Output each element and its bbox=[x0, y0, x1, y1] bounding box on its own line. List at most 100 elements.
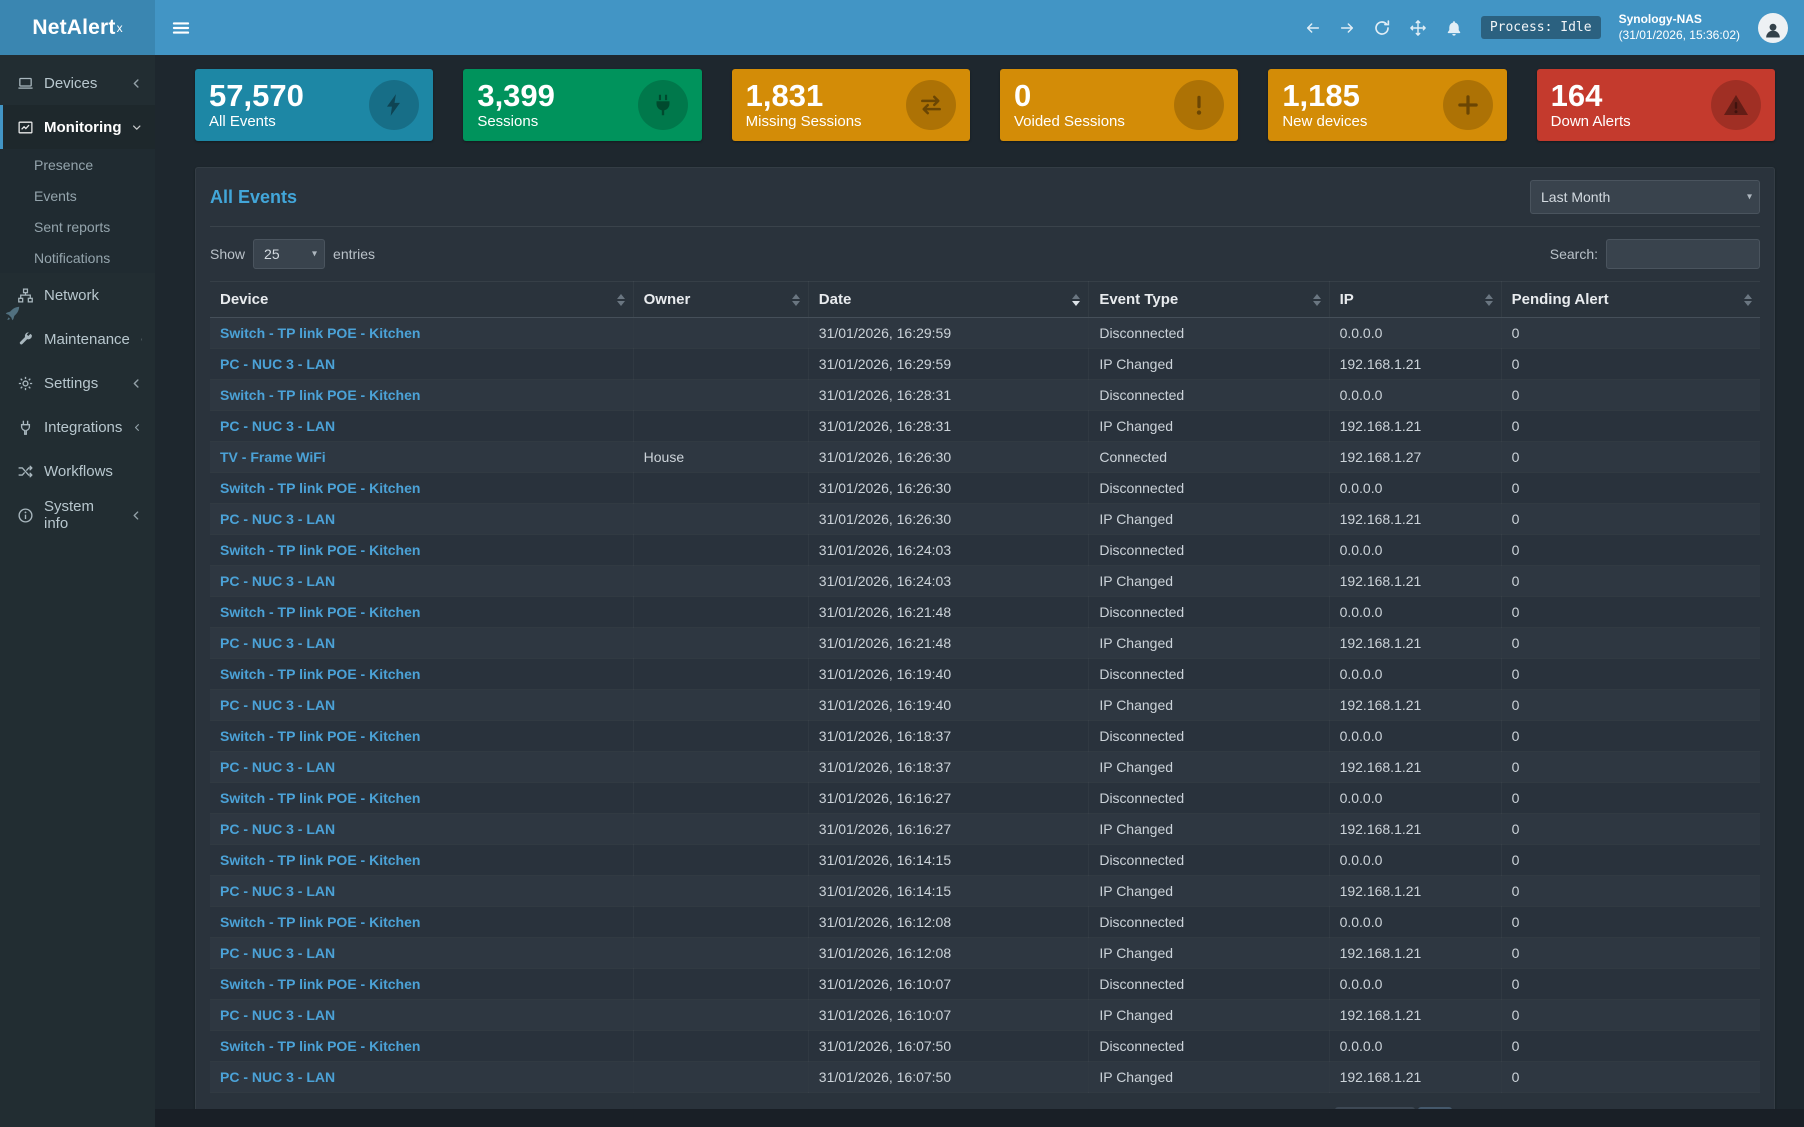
device-link[interactable]: Switch - TP link POE - Kitchen bbox=[220, 852, 420, 868]
ip-cell: 192.168.1.21 bbox=[1329, 752, 1501, 783]
nav-forward-icon[interactable] bbox=[1339, 20, 1355, 36]
ip-cell: 0.0.0.0 bbox=[1329, 597, 1501, 628]
pending-alert-cell: 0 bbox=[1501, 938, 1760, 969]
device-link[interactable]: PC - NUC 3 - LAN bbox=[220, 1007, 335, 1023]
device-link[interactable]: PC - NUC 3 - LAN bbox=[220, 883, 335, 899]
sidebar-item-system-info[interactable]: System info bbox=[0, 493, 155, 537]
device-link[interactable]: Switch - TP link POE - Kitchen bbox=[220, 480, 420, 496]
owner-cell bbox=[633, 845, 808, 876]
ip-cell: 192.168.1.21 bbox=[1329, 504, 1501, 535]
pending-alert-cell: 0 bbox=[1501, 597, 1760, 628]
date-cell: 31/01/2026, 16:21:48 bbox=[808, 628, 1089, 659]
device-link[interactable]: Switch - TP link POE - Kitchen bbox=[220, 790, 420, 806]
date-cell: 31/01/2026, 16:26:30 bbox=[808, 504, 1089, 535]
device-link[interactable]: Switch - TP link POE - Kitchen bbox=[220, 387, 420, 403]
stat-card-voided-sessions[interactable]: 0Voided Sessions bbox=[1000, 69, 1238, 141]
sidebar-item-monitoring[interactable]: Monitoring bbox=[0, 105, 155, 149]
sidebar-item-network[interactable]: Network bbox=[0, 273, 155, 317]
nav-back-icon[interactable] bbox=[1305, 20, 1321, 36]
table-row: PC - NUC 3 - LAN31/01/2026, 16:10:07IP C… bbox=[210, 1000, 1760, 1031]
hamburger-menu-icon[interactable] bbox=[171, 18, 191, 38]
event-type-cell: Disconnected bbox=[1089, 969, 1329, 1000]
event-type-cell: IP Changed bbox=[1089, 411, 1329, 442]
device-link[interactable]: TV - Frame WiFi bbox=[220, 449, 326, 465]
sidebar-item-devices[interactable]: Devices bbox=[0, 61, 155, 105]
stat-card-all-events[interactable]: 57,570All Events bbox=[195, 69, 433, 141]
search-input[interactable] bbox=[1606, 239, 1760, 269]
search-label: Search: bbox=[1550, 246, 1598, 262]
sidebar-item-maintenance[interactable]: Maintenance bbox=[0, 317, 155, 361]
ip-cell: 192.168.1.21 bbox=[1329, 814, 1501, 845]
ip-cell: 192.168.1.21 bbox=[1329, 690, 1501, 721]
date-cell: 31/01/2026, 16:19:40 bbox=[808, 659, 1089, 690]
device-link[interactable]: Switch - TP link POE - Kitchen bbox=[220, 728, 420, 744]
event-type-cell: Connected bbox=[1089, 442, 1329, 473]
device-link[interactable]: PC - NUC 3 - LAN bbox=[220, 759, 335, 775]
stat-card-new-devices[interactable]: 1,185New devices bbox=[1268, 69, 1506, 141]
period-select[interactable]: Last Month bbox=[1530, 180, 1760, 214]
column-header-device[interactable]: Device bbox=[210, 282, 633, 318]
column-header-ip[interactable]: IP bbox=[1329, 282, 1501, 318]
notification-bell-icon[interactable] bbox=[1445, 19, 1463, 37]
device-link[interactable]: PC - NUC 3 - LAN bbox=[220, 1069, 335, 1085]
devices-icon bbox=[17, 75, 34, 92]
device-link[interactable]: PC - NUC 3 - LAN bbox=[220, 418, 335, 434]
device-link[interactable]: PC - NUC 3 - LAN bbox=[220, 697, 335, 713]
table-row: PC - NUC 3 - LAN31/01/2026, 16:26:30IP C… bbox=[210, 504, 1760, 535]
column-header-owner[interactable]: Owner bbox=[633, 282, 808, 318]
stat-value: 164 bbox=[1551, 80, 1631, 113]
table-row: Switch - TP link POE - Kitchen31/01/2026… bbox=[210, 907, 1760, 938]
sidebar-item-events[interactable]: Events bbox=[0, 180, 155, 211]
device-link[interactable]: PC - NUC 3 - LAN bbox=[220, 635, 335, 651]
sidebar-item-presence[interactable]: Presence bbox=[0, 149, 155, 180]
table-row: PC - NUC 3 - LAN31/01/2026, 16:21:48IP C… bbox=[210, 628, 1760, 659]
table-row: Switch - TP link POE - Kitchen31/01/2026… bbox=[210, 535, 1760, 566]
chevron-left-icon bbox=[140, 333, 143, 346]
user-avatar[interactable] bbox=[1758, 13, 1788, 43]
footer-strip bbox=[155, 1109, 1804, 1127]
device-link[interactable]: PC - NUC 3 - LAN bbox=[220, 356, 335, 372]
page-title: All Events bbox=[210, 187, 297, 208]
device-link[interactable]: Switch - TP link POE - Kitchen bbox=[220, 1038, 420, 1054]
device-link[interactable]: PC - NUC 3 - LAN bbox=[220, 511, 335, 527]
refresh-icon[interactable] bbox=[1373, 19, 1391, 37]
device-link[interactable]: Switch - TP link POE - Kitchen bbox=[220, 976, 420, 992]
app-logo[interactable]: NetAlertx bbox=[0, 0, 155, 55]
pending-alert-cell: 0 bbox=[1501, 721, 1760, 752]
sidebar-item-notifications[interactable]: Notifications bbox=[0, 242, 155, 273]
device-link[interactable]: Switch - TP link POE - Kitchen bbox=[220, 542, 420, 558]
sidebar-item-settings[interactable]: Settings bbox=[0, 361, 155, 405]
pending-alert-cell: 0 bbox=[1501, 473, 1760, 504]
device-link[interactable]: PC - NUC 3 - LAN bbox=[220, 945, 335, 961]
device-link[interactable]: Switch - TP link POE - Kitchen bbox=[220, 325, 420, 341]
ip-cell: 0.0.0.0 bbox=[1329, 907, 1501, 938]
device-link[interactable]: Switch - TP link POE - Kitchen bbox=[220, 604, 420, 620]
device-link[interactable]: PC - NUC 3 - LAN bbox=[220, 821, 335, 837]
ip-cell: 0.0.0.0 bbox=[1329, 721, 1501, 752]
stat-card-missing-sessions[interactable]: 1,831Missing Sessions bbox=[732, 69, 970, 141]
sidebar-item-workflows[interactable]: Workflows bbox=[0, 449, 155, 493]
stat-value: 3,399 bbox=[477, 80, 555, 113]
device-link[interactable]: Switch - TP link POE - Kitchen bbox=[220, 666, 420, 682]
chevron-left-icon bbox=[130, 377, 143, 390]
owner-cell bbox=[633, 504, 808, 535]
owner-cell bbox=[633, 473, 808, 504]
sidebar-item-sent-reports[interactable]: Sent reports bbox=[0, 211, 155, 242]
stat-card-text: 0Voided Sessions bbox=[1014, 80, 1125, 131]
pending-alert-cell: 0 bbox=[1501, 876, 1760, 907]
column-header-label: Date bbox=[819, 291, 852, 308]
table-row: Switch - TP link POE - Kitchen31/01/2026… bbox=[210, 783, 1760, 814]
column-header-event-type[interactable]: Event Type bbox=[1089, 282, 1329, 318]
device-link[interactable]: PC - NUC 3 - LAN bbox=[220, 573, 335, 589]
pending-alert-cell: 0 bbox=[1501, 1062, 1760, 1093]
move-icon[interactable] bbox=[1409, 19, 1427, 37]
stat-icon-circle bbox=[1711, 80, 1761, 130]
stat-card-sessions[interactable]: 3,399Sessions bbox=[463, 69, 701, 141]
column-header-date[interactable]: Date bbox=[808, 282, 1089, 318]
stat-card-down-alerts[interactable]: 164Down Alerts bbox=[1537, 69, 1775, 141]
page-length-select[interactable]: 25 bbox=[253, 239, 325, 269]
sidebar-item-integrations[interactable]: Integrations bbox=[0, 405, 155, 449]
device-link[interactable]: Switch - TP link POE - Kitchen bbox=[220, 914, 420, 930]
column-header-pending-alert[interactable]: Pending Alert bbox=[1501, 282, 1760, 318]
event-type-cell: Disconnected bbox=[1089, 597, 1329, 628]
